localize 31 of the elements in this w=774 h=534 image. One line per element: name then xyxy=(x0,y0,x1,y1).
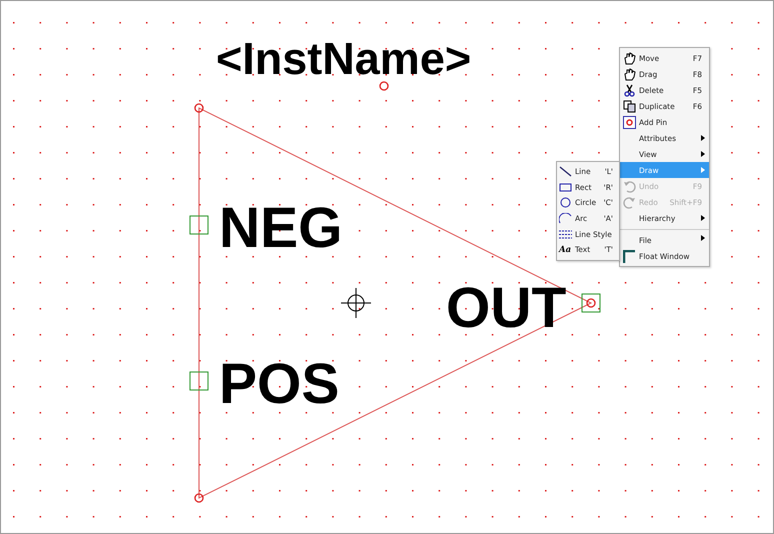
hand-icon xyxy=(623,52,636,64)
font-icon: Aa xyxy=(559,244,572,255)
pin-icon xyxy=(623,116,636,128)
pin-square xyxy=(190,372,208,390)
origin-marker xyxy=(379,81,389,91)
pin-label: POS xyxy=(219,352,340,416)
pin-square xyxy=(190,216,208,234)
pin-label: OUT xyxy=(446,276,566,340)
scissors-icon xyxy=(623,84,636,96)
crosshair-icon xyxy=(340,288,372,318)
rectangle-icon xyxy=(559,182,572,193)
submenu-arrow-icon xyxy=(701,215,705,221)
submenu-arrow-icon xyxy=(701,151,705,157)
pin-square xyxy=(582,294,600,312)
undo-icon xyxy=(623,180,636,192)
submenu-arrow-icon xyxy=(701,135,705,141)
line-icon xyxy=(559,166,572,178)
window-icon xyxy=(623,250,636,262)
submenu-arrow-icon xyxy=(701,235,705,241)
submenu-arrow-icon xyxy=(701,167,705,173)
vertex-marker xyxy=(586,298,596,308)
dashed-lines-icon xyxy=(559,228,572,240)
redo-icon xyxy=(623,196,636,208)
hand-icon xyxy=(623,68,636,80)
vertex-marker xyxy=(194,493,204,503)
vertex-marker xyxy=(194,103,204,113)
copy-icon xyxy=(623,100,636,112)
circle-icon xyxy=(559,197,572,208)
instance-name: <InstName> xyxy=(216,33,472,84)
pin-label: NEG xyxy=(219,196,343,260)
arc-icon xyxy=(559,213,572,224)
